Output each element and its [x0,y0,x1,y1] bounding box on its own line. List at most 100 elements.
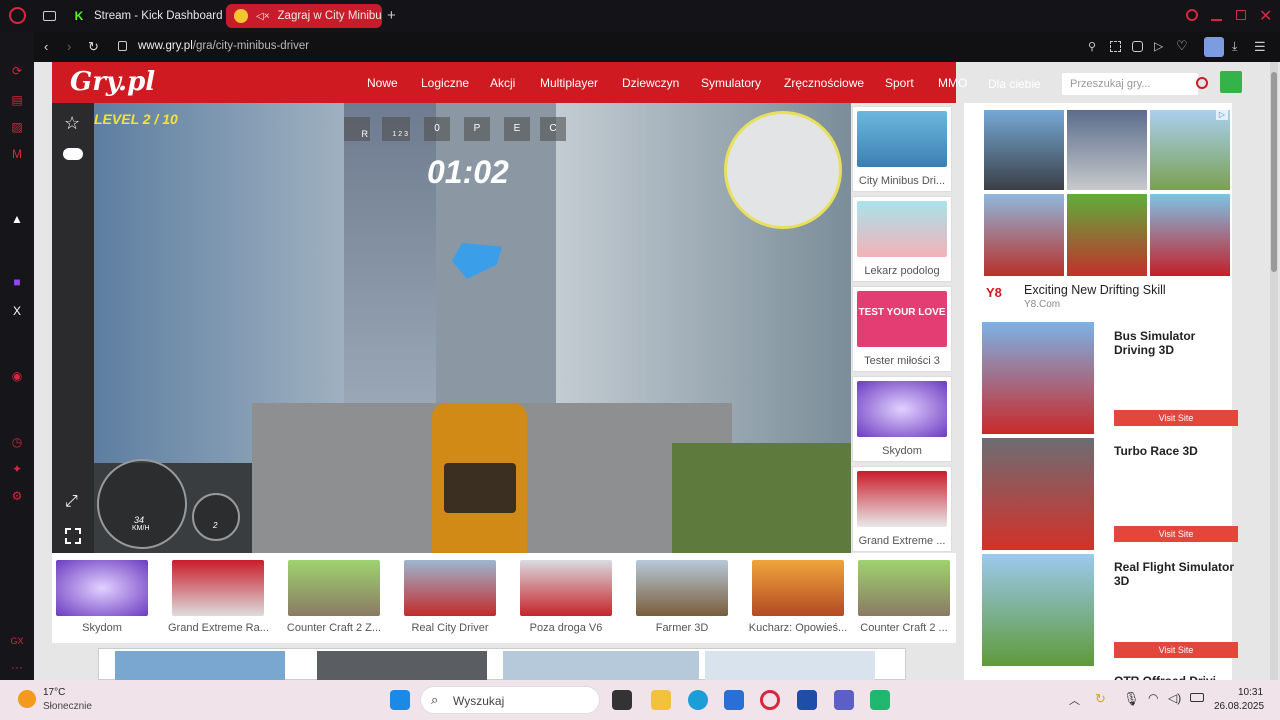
windows-start-icon[interactable] [390,690,410,710]
wifi-icon[interactable]: ◠ [1148,691,1158,705]
nav-item[interactable]: Zręcznościowe [784,76,864,90]
button-e[interactable]: E [504,117,530,141]
send-icon[interactable]: ▷ [1154,39,1163,53]
minimize-icon[interactable] [1211,19,1222,21]
news-icon[interactable]: ▨ [9,119,25,135]
ad-tile[interactable] [1067,194,1147,276]
bottom-game-card[interactable]: Skydom [52,556,152,638]
mute-icon[interactable]: ◁× [256,11,270,22]
pin-icon[interactable]: ⚲ [1088,40,1096,53]
user-icon[interactable] [1220,71,1242,93]
button-c[interactable]: C [540,117,566,141]
mail-icon[interactable]: M [9,146,25,162]
close-icon[interactable]: ✕ [1259,6,1272,26]
bottom-game-card[interactable]: Kucharz: Opowieś... [748,556,848,638]
aria-icon[interactable]: ▲ [9,211,25,227]
bottom-game-card[interactable]: Farmer 3D [632,556,732,638]
button-p[interactable]: P [464,117,490,141]
clock-date[interactable]: 26.08.2025 [1214,701,1264,712]
visit-site-button[interactable]: Visit Site [1114,526,1238,542]
weather-sun-icon[interactable] [18,690,36,708]
scrollbar-thumb[interactable] [1271,72,1277,272]
adblock-icon[interactable] [1132,41,1143,52]
side-game-card[interactable]: Lekarz podolog [852,196,952,282]
reload-icon[interactable]: ↻ [88,39,99,55]
file-explorer-icon[interactable] [651,690,671,710]
visit-site-button[interactable]: Visit Site [1114,642,1238,658]
tab-overview-icon[interactable] [43,11,56,21]
profile-icon[interactable] [1204,37,1224,57]
game-controller-icon[interactable]: ▤ [9,92,25,108]
nav-item[interactable]: Akcji [490,76,515,90]
nav-item[interactable]: Sport [885,76,914,90]
history-icon[interactable]: ◷ [9,434,25,450]
ad-item-title[interactable]: Turbo Race 3D [1114,444,1234,458]
tray-chevron-icon[interactable]: ︿ [1069,692,1080,708]
clock-time[interactable]: 10:31 [1238,687,1263,698]
twitch-icon[interactable]: ■ [9,274,25,290]
dev-icon[interactable] [797,690,817,710]
download-icon[interactable]: ⤓ [1232,39,1237,54]
bottom-ad-banner[interactable] [98,648,906,680]
x-twitter-icon[interactable]: X [9,303,25,319]
bottom-game-card[interactable]: Poza droga V6 [516,556,616,638]
ad-tile[interactable] [1067,110,1147,190]
snapshot-icon[interactable] [1110,41,1121,52]
nav-item[interactable]: Nowe [367,76,398,90]
edge-icon[interactable] [688,690,708,710]
nav-item[interactable]: MMO [938,76,967,90]
store-icon[interactable] [724,690,744,710]
settings-gear-icon[interactable]: ⚙ [9,488,25,504]
visit-site-button[interactable]: Visit Site [1114,410,1238,426]
nav-item[interactable]: Dziewczyn [622,76,679,90]
maximize-icon[interactable] [1236,10,1246,20]
nav-item[interactable]: Dla ciebie [988,77,1041,91]
nav-item[interactable]: Symulatory [701,76,761,90]
ad-item-image[interactable] [982,554,1094,666]
side-game-card[interactable]: Skydom [852,376,952,462]
opera-logo-icon[interactable] [9,7,26,24]
gear-r[interactable]: R [344,117,370,141]
tab-kick-dashboard[interactable]: K Stream - Kick Dashboard [64,4,222,28]
ad-tile[interactable] [1150,110,1230,190]
url-field[interactable]: www.gry.pl/gra/city-minibus-driver [138,40,309,52]
volume-icon[interactable]: ◁) [1168,691,1181,705]
task-view-icon[interactable] [612,690,632,710]
forward-icon[interactable]: › [67,39,71,54]
game-canvas[interactable]: LEVEL 2 / 10 01:02 R 1 2 3 0 P E C 34 KM… [52,103,851,553]
app-icon[interactable] [870,690,890,710]
ad-tile[interactable] [984,110,1064,190]
ad-item-title[interactable]: Bus Simulator Driving 3D [1114,329,1234,357]
button-0[interactable]: 0 [424,117,450,141]
more-icon[interactable]: ··· [9,659,25,675]
extensions-icon[interactable]: ✦ [9,461,25,477]
nav-item[interactable]: Logiczne [421,76,469,90]
bottom-game-card[interactable]: Grand Extreme Ra... [168,556,268,638]
ad-item-image[interactable] [982,438,1094,550]
ad-tile[interactable] [984,194,1064,276]
page-scrollbar[interactable] [1270,62,1278,680]
bottom-game-card[interactable]: Real City Driver [400,556,500,638]
opera-gx-icon[interactable] [760,690,780,710]
back-icon[interactable]: ‹ [44,39,48,54]
heart-icon[interactable]: ♡ [1176,38,1188,54]
expand-icon[interactable]: ⤢ [65,493,78,511]
taskbar-search[interactable]: ⌕ Wyszukaj [420,686,600,714]
teams-icon[interactable] [834,690,854,710]
ad-item-title[interactable]: Real Flight Simulator 3D [1114,560,1234,588]
ad-tile[interactable] [1150,194,1230,276]
tab-gry-pl[interactable]: ◁× Zagraj w City Minibus [226,4,382,28]
search-icon[interactable] [1196,77,1208,89]
nav-item[interactable]: Multiplayer [540,76,598,90]
side-game-card[interactable]: TEST YOUR LOVE Tester miłości 3 [852,286,952,372]
adchoices-icon[interactable]: ▷ [1216,110,1228,120]
gear-manual[interactable]: 1 2 3 [382,117,410,141]
gamepad-icon[interactable] [63,148,83,160]
promo-title[interactable]: Exciting New Drifting Skill [1024,283,1166,297]
bottom-game-card[interactable]: Counter Craft 2 Z... [284,556,384,638]
search-tabs-icon[interactable] [1186,9,1198,21]
favorite-star-icon[interactable]: ☆ [64,113,80,134]
bottom-game-card[interactable]: Counter Craft 2 ... [854,556,954,638]
player-icon[interactable]: ◉ [9,368,25,384]
search-input[interactable]: Przeszukaj gry... [1062,73,1198,95]
